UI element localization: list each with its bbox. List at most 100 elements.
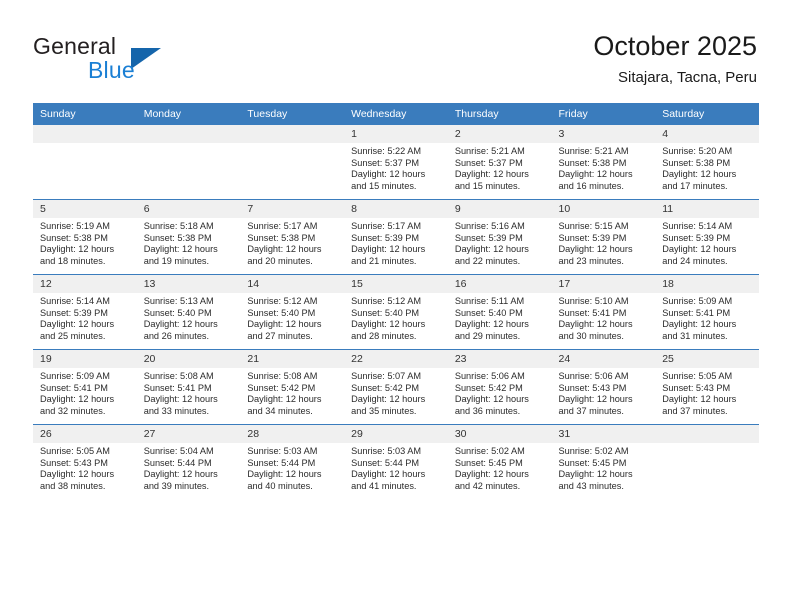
sunrise-time: Sunrise: 5:08 AM [247,371,318,381]
calendar-day-cell[interactable]: 18 Sunrise: 5:09 AM Sunset: 5:41 PM Dayligh… [655,274,759,350]
daylight-duration-line1: Daylight: 12 hours [454,319,529,330]
sunset-time: Sunset: 5:44 PM [247,457,316,468]
day-sun-info: Sunrise: 5:07 AM Sunset: 5:42 PM Daylight:… [344,368,448,417]
day-number: 7 [240,200,345,218]
sunset-time: Sunset: 5:42 PM [454,382,523,393]
calendar-day-cell[interactable]: 31 Sunrise: 5:02 AM Sunset: 5:45 PM Dayligh… [551,424,656,499]
page-title: October 2025 [593,31,757,61]
sunrise-time: Sunrise: 5:04 AM [143,446,214,456]
daylight-duration-line2: and 24 minutes. [662,255,728,266]
calendar-day-cell[interactable]: 15 Sunrise: 5:12 AM Sunset: 5:40 PM Dayligh… [344,274,448,350]
sunset-time: Sunset: 5:43 PM [40,457,108,468]
calendar-day-cell[interactable]: 12 Sunrise: 5:14 AM Sunset: 5:39 PM Dayligh… [33,274,137,350]
daylight-duration-line2: and 42 minutes. [454,480,521,491]
day-number: 24 [551,350,656,368]
daylight-duration-line1: Daylight: 12 hours [454,394,529,405]
sunrise-time: Sunrise: 5:15 AM [558,221,629,231]
calendar-day-cell[interactable]: 24 Sunrise: 5:06 AM Sunset: 5:43 PM Dayligh… [551,349,656,425]
day-number: 28 [240,425,345,443]
calendar-day-cell[interactable]: 7 Sunrise: 5:17 AM Sunset: 5:38 PM Daylight… [240,199,345,275]
daylight-duration-line1: Daylight: 12 hours [558,394,633,405]
sunrise-time: Sunrise: 5:12 AM [351,296,422,306]
day-number: 19 [33,350,137,368]
calendar-day-cell[interactable]: 29 Sunrise: 5:03 AM Sunset: 5:44 PM Dayligh… [344,424,448,499]
calendar-day-cell[interactable]: 21 Sunrise: 5:08 AM Sunset: 5:42 PM Dayligh… [240,349,345,425]
day-sun-info: Sunrise: 5:03 AM Sunset: 5:44 PM Daylight:… [240,443,344,492]
day-sun-info: Sunrise: 5:05 AM Sunset: 5:43 PM Daylight:… [33,443,137,492]
day-sun-info: Sunrise: 5:09 AM Sunset: 5:41 PM Daylight:… [33,368,137,417]
day-sun-info: Sunrise: 5:04 AM Sunset: 5:44 PM Daylight:… [137,443,241,492]
day-number: 27 [136,425,241,443]
sunrise-time: Sunrise: 5:22 AM [351,146,422,156]
daylight-duration-line1: Daylight: 12 hours [662,319,737,330]
daylight-duration-line1: Daylight: 12 hours [143,469,218,480]
day-sun-info: Sunrise: 5:11 AM Sunset: 5:40 PM Daylight:… [448,293,552,342]
calendar-day-cell[interactable]: 23 Sunrise: 5:06 AM Sunset: 5:42 PM Dayligh… [447,349,552,425]
day-number: 6 [136,200,241,218]
calendar-day-cell[interactable]: 8 Sunrise: 5:17 AM Sunset: 5:39 PM Daylight… [344,199,448,275]
day-sun-info: Sunrise: 5:08 AM Sunset: 5:41 PM Daylight:… [137,368,241,417]
daylight-duration-line1: Daylight: 12 hours [40,394,115,405]
daylight-duration-line1: Daylight: 12 hours [662,394,737,405]
sunset-time: Sunset: 5:39 PM [454,232,523,243]
brand-name-general: General [33,33,117,59]
day-number: 5 [33,200,137,218]
day-number: 29 [344,425,448,443]
calendar-day-cell[interactable]: 3 Sunrise: 5:21 AM Sunset: 5:38 PM Daylight… [551,125,656,200]
day-sun-info: Sunrise: 5:14 AM Sunset: 5:39 PM Daylight:… [655,218,759,267]
calendar-day-cell[interactable]: 11 Sunrise: 5:14 AM Sunset: 5:39 PM Dayligh… [655,199,759,275]
calendar-day-cell[interactable]: 17 Sunrise: 5:10 AM Sunset: 5:41 PM Dayligh… [551,274,656,350]
day-number [33,125,137,143]
daylight-duration-line1: Daylight: 12 hours [454,469,529,480]
day-sun-info: Sunrise: 5:22 AM Sunset: 5:37 PM Daylight:… [344,143,448,192]
daylight-duration-line1: Daylight: 12 hours [558,319,633,330]
calendar-day-cell[interactable]: 22 Sunrise: 5:07 AM Sunset: 5:42 PM Dayligh… [344,349,448,425]
calendar-day-cell[interactable]: 30 Sunrise: 5:02 AM Sunset: 5:45 PM Dayligh… [447,424,552,499]
day-number: 21 [240,350,345,368]
calendar-week-row: 19 Sunrise: 5:09 AM Sunset: 5:41 PM Dayligh… [33,349,759,425]
sunrise-time: Sunrise: 5:05 AM [662,371,733,381]
daylight-duration-line2: and 25 minutes. [40,330,106,341]
sunset-time: Sunset: 5:40 PM [351,307,420,318]
sunset-time: Sunset: 5:38 PM [247,232,316,243]
daylight-duration-line2: and 30 minutes. [558,330,624,341]
calendar-day-cell[interactable]: 25 Sunrise: 5:05 AM Sunset: 5:43 PM Dayligh… [655,349,759,425]
calendar-day-cell[interactable]: 2 Sunrise: 5:21 AM Sunset: 5:37 PM Daylight… [447,125,552,200]
calendar-day-cell[interactable]: 26 Sunrise: 5:05 AM Sunset: 5:43 PM Dayligh… [33,424,137,499]
daylight-duration-line2: and 26 minutes. [143,330,210,341]
calendar-day-cell[interactable]: 13 Sunrise: 5:13 AM Sunset: 5:40 PM Dayligh… [136,274,241,350]
day-number [136,125,241,143]
sunset-time: Sunset: 5:39 PM [662,232,731,243]
day-number: 8 [344,200,448,218]
calendar-day-cell[interactable]: 28 Sunrise: 5:03 AM Sunset: 5:44 PM Dayligh… [240,424,345,499]
brand-logo[interactable]: General Blue [33,33,263,89]
daylight-duration-line1: Daylight: 12 hours [351,169,426,180]
daylight-duration-line2: and 36 minutes. [454,405,521,416]
day-number: 9 [447,200,552,218]
daylight-duration-line2: and 23 minutes. [558,255,624,266]
calendar-day-cell[interactable]: 10 Sunrise: 5:15 AM Sunset: 5:39 PM Dayligh… [551,199,656,275]
title-block: October 2025 Sitajara, Tacna, Peru [593,30,757,87]
calendar-day-cell[interactable]: 20 Sunrise: 5:08 AM Sunset: 5:41 PM Dayligh… [136,349,241,425]
sunset-time: Sunset: 5:37 PM [454,157,523,168]
calendar-day-cell[interactable]: 19 Sunrise: 5:09 AM Sunset: 5:41 PM Dayligh… [33,349,137,425]
calendar-day-cell[interactable]: 4 Sunrise: 5:20 AM Sunset: 5:38 PM Daylight… [655,125,759,200]
calendar-day-cell[interactable]: 14 Sunrise: 5:12 AM Sunset: 5:40 PM Dayligh… [240,274,345,350]
sunset-time: Sunset: 5:43 PM [558,382,627,393]
calendar-day-cell[interactable]: 1 Sunrise: 5:22 AM Sunset: 5:37 PM Daylight… [344,125,448,200]
sunset-time: Sunset: 5:40 PM [247,307,316,318]
day-number: 15 [344,275,448,293]
daylight-duration-line2: and 19 minutes. [143,255,210,266]
calendar-day-cell[interactable]: 5 Sunrise: 5:19 AM Sunset: 5:38 PM Daylight… [33,199,137,275]
daylight-duration-line2: and 21 minutes. [351,255,417,266]
sunrise-time: Sunrise: 5:16 AM [454,221,525,231]
calendar-day-cell[interactable]: 9 Sunrise: 5:16 AM Sunset: 5:39 PM Daylight… [447,199,552,275]
day-number [240,125,345,143]
day-number: 11 [655,200,759,218]
day-sun-info: Sunrise: 5:21 AM Sunset: 5:38 PM Daylight:… [552,143,656,192]
sunset-time: Sunset: 5:39 PM [351,232,420,243]
calendar-day-cell[interactable]: 16 Sunrise: 5:11 AM Sunset: 5:40 PM Dayligh… [447,274,552,350]
daylight-duration-line2: and 43 minutes. [558,480,624,491]
calendar-day-cell[interactable]: 27 Sunrise: 5:04 AM Sunset: 5:44 PM Dayligh… [136,424,241,499]
calendar-day-cell[interactable]: 6 Sunrise: 5:18 AM Sunset: 5:38 PM Daylight… [136,199,241,275]
